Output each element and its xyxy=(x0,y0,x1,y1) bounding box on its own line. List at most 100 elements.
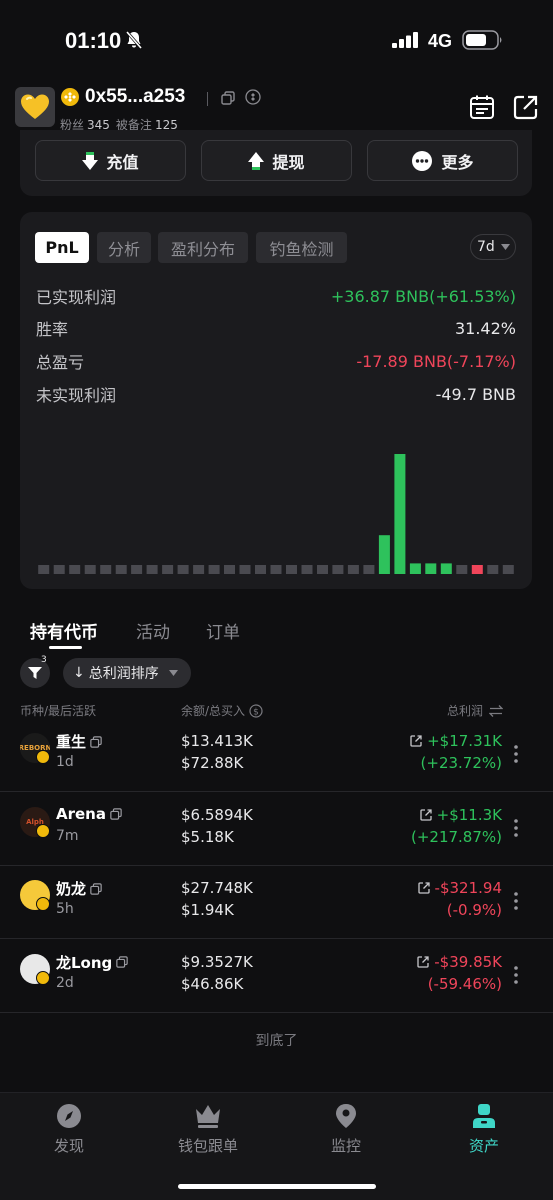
deposit-label: 充值 xyxy=(106,152,139,172)
pnl-bar[interactable] xyxy=(100,565,112,574)
more-dots-icon xyxy=(412,150,433,171)
token-name-wrap: 重生 xyxy=(56,731,102,752)
pnl-bar[interactable] xyxy=(378,535,390,574)
pnl-bar[interactable] xyxy=(255,565,266,574)
pnl-bar[interactable] xyxy=(440,563,452,574)
pnl-bar[interactable] xyxy=(332,565,344,574)
token-total-bought: $72.88K xyxy=(181,754,244,772)
tab-activity[interactable]: 活动 xyxy=(136,618,170,643)
bnb-chain-icon xyxy=(245,89,261,109)
pnl-bar[interactable] xyxy=(301,565,313,574)
copy-icon[interactable] xyxy=(110,807,122,820)
token-balance: $6.5894K xyxy=(181,805,253,824)
more-button[interactable]: 更多 xyxy=(367,140,518,181)
deposit-button[interactable]: 充值 xyxy=(35,140,186,181)
daily-pnl-chart xyxy=(38,454,514,574)
token-name: 奶龙 xyxy=(56,880,87,898)
external-link-icon[interactable] xyxy=(417,882,430,894)
bnb-chain-badge-icon xyxy=(36,823,50,838)
copy-icon[interactable] xyxy=(221,90,235,109)
share-icon[interactable] xyxy=(513,94,539,124)
copy-icon[interactable] xyxy=(90,735,102,748)
nav-monitor[interactable]: 监控 xyxy=(296,1103,396,1163)
pnl-bar[interactable] xyxy=(456,565,468,574)
tab-orders[interactable]: 订单 xyxy=(206,618,240,643)
pnl-bar[interactable] xyxy=(363,565,375,574)
pnl-bar[interactable] xyxy=(131,565,143,574)
column-token: 币种/最后活跃 xyxy=(20,704,97,718)
pnl-bar[interactable] xyxy=(239,565,251,574)
network-type: 4G xyxy=(428,31,453,51)
status-bar: 01:10 4G xyxy=(0,0,553,80)
token-balance: $9.3527K xyxy=(181,952,253,971)
pnl-bar[interactable] xyxy=(425,563,437,574)
stat-total-pnl: 总盈亏 -17.89 BNB(-7.17%) xyxy=(36,349,516,373)
sort-button[interactable]: ↓ 总利润排序 xyxy=(63,658,191,688)
bnb-chain-badge-icon xyxy=(36,750,50,764)
column-profit-label: 总利润 xyxy=(447,704,484,718)
external-link-icon[interactable] xyxy=(410,735,422,747)
pnl-bar[interactable] xyxy=(487,565,499,574)
more-label: 更多 xyxy=(441,152,474,172)
token-total-bought: $46.86K xyxy=(181,974,244,993)
tab-profit-distribution[interactable]: 盈利分布 xyxy=(158,232,248,263)
pnl-bar[interactable] xyxy=(347,565,359,574)
withdraw-button[interactable]: 提现 xyxy=(201,140,352,181)
sort-arrow-icon: ↓ xyxy=(73,665,85,681)
token-name: 重生 xyxy=(56,733,87,751)
swap-icon[interactable] xyxy=(489,704,504,717)
pnl-bar[interactable] xyxy=(177,565,189,574)
filter-icon xyxy=(28,667,42,679)
nav-copy-trade[interactable]: 钱包跟单 xyxy=(158,1103,258,1163)
action-card: 充值 提现 更多 xyxy=(20,130,532,196)
pnl-bar[interactable] xyxy=(162,565,174,574)
pnl-bar[interactable] xyxy=(146,565,158,574)
more-vertical-icon[interactable] xyxy=(512,744,520,764)
pnl-bar[interactable] xyxy=(471,565,483,574)
token-row[interactable]: REBORN 重生 1d $13.413K $72.88K +$17.31K (… xyxy=(0,719,553,792)
currency-toggle-icon[interactable]: $ xyxy=(249,703,263,718)
tab-analysis[interactable]: 分析 xyxy=(97,232,151,263)
calendar-icon[interactable] xyxy=(469,94,495,124)
token-row[interactable]: Alph Arena 7m $6.5894K $5.18K +$11.3K (+… xyxy=(0,793,553,866)
copy-icon[interactable] xyxy=(116,956,129,968)
token-name: 龙Long xyxy=(56,953,113,972)
more-vertical-icon[interactable] xyxy=(512,818,520,838)
divider xyxy=(207,92,208,106)
more-vertical-icon[interactable] xyxy=(512,891,520,911)
holdings-tabs: 持有代币 活动 订单 xyxy=(0,612,553,652)
pnl-bar[interactable] xyxy=(317,565,328,574)
pnl-bar[interactable] xyxy=(224,565,235,574)
tab-pnl[interactable]: PnL xyxy=(35,232,89,263)
pnl-bar[interactable] xyxy=(84,565,96,574)
battery-icon xyxy=(462,30,504,54)
pnl-bar[interactable] xyxy=(270,565,282,574)
avatar[interactable] xyxy=(15,87,55,127)
nav-assets[interactable]: 资产 xyxy=(434,1103,534,1163)
external-link-icon[interactable] xyxy=(419,808,432,821)
pnl-bar[interactable] xyxy=(409,563,421,574)
tab-phishing-check[interactable]: 钓鱼检测 xyxy=(256,232,347,263)
tab-holdings[interactable]: 持有代币 xyxy=(30,618,98,643)
pnl-bar[interactable] xyxy=(286,565,297,574)
token-row[interactable]: 龙Long 2d $9.3527K $46.86K -$39.85K (-59.… xyxy=(0,940,553,1013)
pnl-bar[interactable] xyxy=(69,565,81,574)
copy-icon[interactable] xyxy=(90,882,102,895)
range-select[interactable]: 7d xyxy=(470,234,516,260)
nav-discover[interactable]: 发现 xyxy=(19,1103,119,1163)
pnl-card: PnL 分析 盈利分布 钓鱼检测 7d 已实现利润 +36.87 BNB(+61… xyxy=(20,212,532,589)
pnl-bar[interactable] xyxy=(394,454,406,574)
pnl-bar[interactable] xyxy=(115,565,127,574)
tab-indicator xyxy=(49,646,82,649)
pnl-bar[interactable] xyxy=(208,565,220,574)
pnl-bar[interactable] xyxy=(502,565,514,574)
pnl-bar[interactable] xyxy=(53,565,65,574)
stat-win-rate: 胜率 31.42% xyxy=(36,316,516,340)
token-name-wrap: 奶龙 xyxy=(56,878,102,899)
token-profit-wrap: +$11.3K xyxy=(419,806,502,824)
token-row[interactable]: 奶龙 5h $27.748K $1.94K -$321.94 (-0.9%) xyxy=(0,866,553,939)
external-link-icon[interactable] xyxy=(417,955,429,968)
pnl-bar[interactable] xyxy=(193,565,205,574)
pnl-bar[interactable] xyxy=(38,565,50,574)
more-vertical-icon[interactable] xyxy=(512,965,520,985)
